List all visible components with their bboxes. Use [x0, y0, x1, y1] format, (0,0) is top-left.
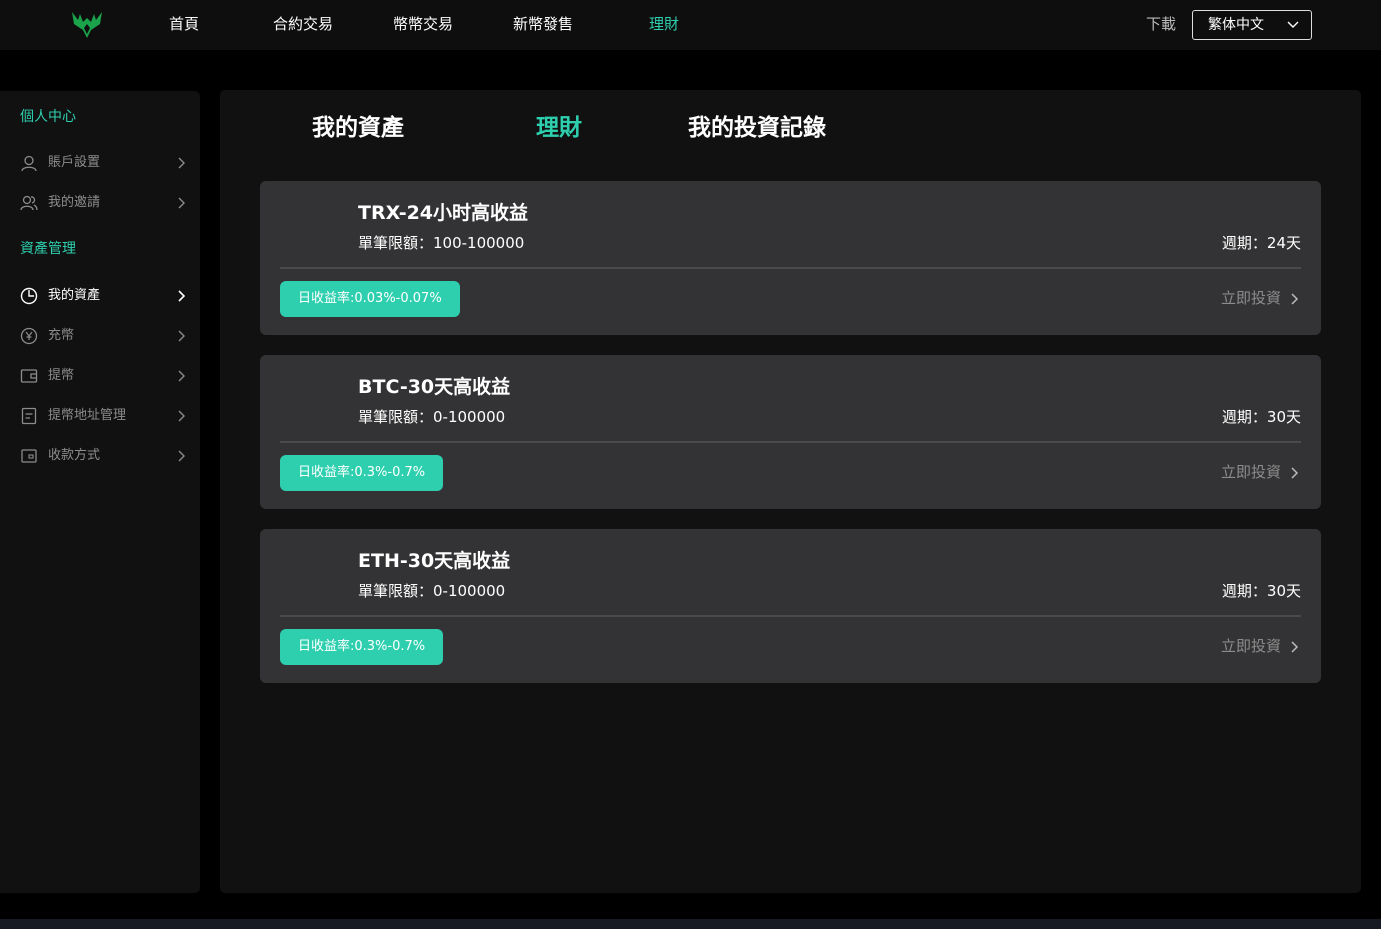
chevron-right-icon — [1291, 293, 1299, 305]
sidebar-item-label: 收款方式 — [48, 448, 101, 463]
sidebar-item-my-assets[interactable]: 我的資產 — [0, 284, 200, 308]
wallet-icon — [20, 369, 38, 383]
sidebar-item-withdraw[interactable]: 提幣 — [0, 364, 200, 388]
invest-now-label: 立即投資 — [1220, 637, 1281, 655]
nav-contract-trading[interactable]: 合約交易 — [273, 14, 333, 34]
yen-coin-icon — [20, 327, 38, 345]
sidebar-item-withdraw-address-management[interactable]: 提幣地址管理 — [0, 404, 200, 428]
invest-now-button[interactable]: 立即投資 — [1221, 636, 1299, 656]
invest-now-button[interactable]: 立即投資 — [1221, 288, 1299, 308]
product-limit: 單筆限額：0-100000 — [358, 408, 506, 426]
sidebar-item-account-settings[interactable]: 賬戶設置 — [0, 151, 200, 175]
product-limit: 單筆限額：100-100000 — [358, 234, 525, 252]
sidebar-item-deposit[interactable]: 充幣 — [0, 324, 200, 348]
tab-finance[interactable]: 理財 — [536, 114, 582, 142]
daily-rate-badge: 日收益率:0.3%-0.7% — [280, 455, 444, 491]
main-panel: 我的資產 理財 我的投資記錄 TRX-24小时高收益 單筆限額：100-1000… — [220, 90, 1361, 893]
sidebar-item-payment-methods[interactable]: 收款方式 — [0, 444, 200, 468]
product-cycle: 週期：30天 — [1221, 408, 1301, 426]
chevron-right-icon — [178, 197, 185, 209]
product-title: ETH-30天高收益 — [358, 550, 511, 572]
product-title: BTC-30天高收益 — [358, 376, 511, 398]
sidebar-item-label: 提幣 — [48, 368, 75, 383]
sidebar-item-label: 我的邀請 — [48, 195, 101, 210]
sidebar-item-label: 賬戶設置 — [48, 155, 101, 170]
logo-icon[interactable] — [70, 8, 104, 40]
pie-chart-icon — [20, 287, 38, 305]
nav-spot-trading[interactable]: 幣幣交易 — [393, 14, 453, 34]
product-card: ETH-30天高收益 單筆限額：0-100000 週期：30天 日收益率:0.3… — [260, 529, 1321, 683]
nav-new-coin-sale[interactable]: 新幣發售 — [513, 14, 573, 34]
chevron-right-icon — [1291, 641, 1299, 653]
chevron-right-icon — [178, 410, 185, 422]
language-select[interactable]: 繁体中文 — [1192, 10, 1312, 40]
chevron-right-icon — [1291, 467, 1299, 479]
tab-investment-records[interactable]: 我的投資記錄 — [688, 114, 826, 142]
product-card: TRX-24小时高收益 單筆限額：100-100000 週期：24天 日收益率:… — [260, 181, 1321, 335]
product-card: BTC-30天高收益 單筆限額：0-100000 週期：30天 日收益率:0.3… — [260, 355, 1321, 509]
product-limit: 單筆限額：0-100000 — [358, 582, 506, 600]
nav-home[interactable]: 首頁 — [169, 14, 199, 34]
product-title: TRX-24小时高收益 — [358, 202, 529, 224]
card-divider — [280, 267, 1301, 269]
chevron-right-icon — [178, 370, 185, 382]
tab-my-assets[interactable]: 我的資產 — [312, 114, 404, 142]
chevron-right-icon — [178, 157, 185, 169]
invest-now-button[interactable]: 立即投資 — [1221, 462, 1299, 482]
invest-now-label: 立即投資 — [1220, 289, 1281, 307]
download-link[interactable]: 下載 — [1146, 14, 1176, 34]
nav-finance[interactable]: 理財 — [649, 14, 679, 34]
user-icon — [21, 155, 37, 172]
sidebar-section-asset-management: 資產管理 — [20, 241, 76, 257]
users-icon — [20, 195, 38, 211]
chevron-right-icon — [178, 450, 185, 462]
card-divider — [280, 441, 1301, 443]
chevron-down-icon — [1287, 21, 1299, 28]
sidebar: 個人中心 賬戶設置 我的邀請 資產管理 我的資產 充幣 提幣 提幣地址管理 收款… — [0, 91, 200, 893]
chevron-right-icon — [178, 290, 186, 302]
chevron-right-icon — [178, 330, 185, 342]
sidebar-item-my-invitations[interactable]: 我的邀請 — [0, 191, 200, 215]
language-value: 繁体中文 — [1208, 17, 1264, 33]
sidebar-section-personal-center: 個人中心 — [20, 109, 76, 125]
sidebar-item-label: 我的資產 — [48, 288, 101, 303]
product-cycle: 週期：24天 — [1221, 234, 1301, 252]
invest-now-label: 立即投資 — [1220, 463, 1281, 481]
sidebar-item-label: 提幣地址管理 — [48, 408, 127, 423]
product-cycle: 週期：30天 — [1221, 582, 1301, 600]
document-icon — [21, 407, 37, 425]
top-navbar: 首頁 合約交易 幣幣交易 新幣發售 理財 下載 繁体中文 — [0, 0, 1381, 50]
sidebar-item-label: 充幣 — [48, 328, 75, 343]
card-icon — [21, 449, 37, 463]
daily-rate-badge: 日收益率:0.03%-0.07% — [280, 281, 460, 317]
card-divider — [280, 615, 1301, 617]
daily-rate-badge: 日收益率:0.3%-0.7% — [280, 629, 444, 665]
footer-strip — [0, 919, 1381, 929]
